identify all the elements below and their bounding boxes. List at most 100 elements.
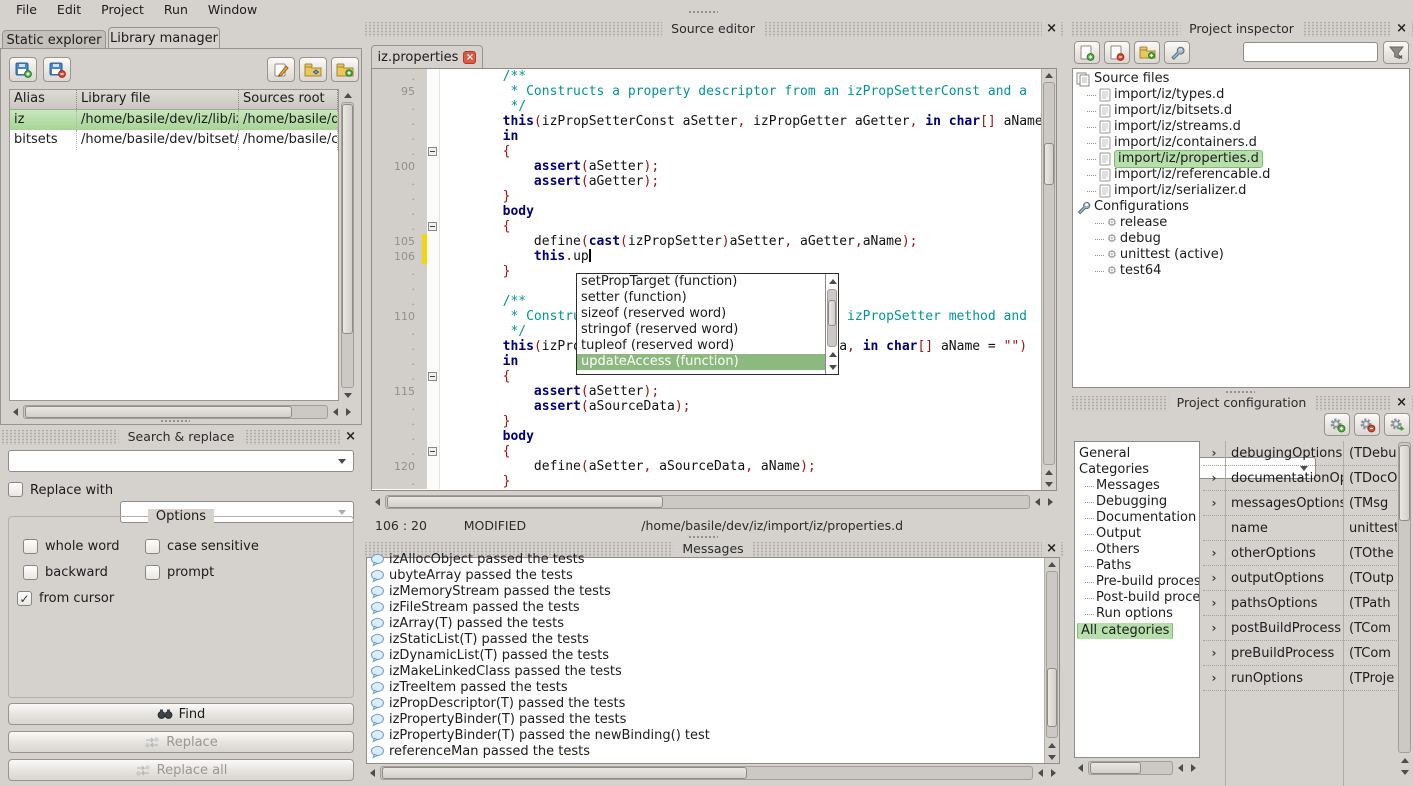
scroll-thumb[interactable] <box>25 406 292 418</box>
add-configuration-button[interactable] <box>1324 413 1350 436</box>
completion-item[interactable]: stringof (reserved word) <box>577 322 825 338</box>
scroll-thumb[interactable] <box>342 104 353 334</box>
scroll-left-arrow[interactable] <box>9 404 22 420</box>
scroll-left-arrow[interactable] <box>1074 760 1087 776</box>
message-item[interactable]: ubyteArray passed the tests <box>370 568 1044 584</box>
completion-item[interactable]: setPropTarget (function) <box>577 274 825 290</box>
message-item[interactable]: izMemoryStream passed the tests <box>370 584 1044 600</box>
scroll-left-arrow[interactable] <box>366 765 379 781</box>
message-item[interactable]: izFileStream passed the tests <box>370 600 1044 616</box>
expand-chevron-icon[interactable]: › <box>1203 646 1225 660</box>
code-line[interactable]: . { <box>372 144 1041 159</box>
property-row[interactable]: nameunittest <box>1203 516 1397 541</box>
scroll-thumb[interactable] <box>1044 143 1054 185</box>
scroll-left-arrow[interactable] <box>371 494 384 510</box>
fold-collapse-icon[interactable] <box>428 372 437 381</box>
tab-close-icon[interactable]: × <box>463 51 476 64</box>
library-row[interactable]: iz/home/basile/dev/iz/lib/iz./home/basil… <box>10 110 338 130</box>
property-row[interactable]: ›debugingOptions(TDebu <box>1203 441 1397 466</box>
column-header-library-file[interactable]: Library file <box>77 90 239 109</box>
checkbox[interactable] <box>145 539 160 554</box>
checkbox[interactable]: ✓ <box>17 591 32 606</box>
category-item[interactable]: Documentation <box>1075 510 1199 526</box>
splitter-handle[interactable] <box>688 10 718 14</box>
scroll-up-arrow[interactable] <box>1045 739 1059 751</box>
code-line[interactable]: . } <box>372 189 1041 204</box>
scroll-up-arrow[interactable] <box>826 348 839 361</box>
tree-item-configuration[interactable]: ⚙debug <box>1073 231 1409 247</box>
completion-scrollbar[interactable] <box>825 274 838 374</box>
add-folder-button[interactable] <box>1134 41 1160 64</box>
code-line[interactable]: . } <box>372 474 1041 489</box>
splitter-handle[interactable] <box>688 535 718 539</box>
scroll-up-arrow[interactable] <box>1042 466 1056 478</box>
code-line[interactable]: 106 this.up <box>372 249 1041 264</box>
message-item[interactable]: izDynamicList(T) passed the tests <box>370 648 1044 664</box>
close-icon[interactable]: × <box>1392 21 1411 37</box>
replace-with-checkbox[interactable] <box>8 482 23 497</box>
property-row[interactable]: ›outputOptions(TOutp <box>1203 566 1397 591</box>
expand-chevron-icon[interactable]: › <box>1203 671 1225 685</box>
scroll-down-arrow[interactable] <box>1045 751 1059 763</box>
menu-item-project[interactable]: Project <box>91 0 154 20</box>
category-item[interactable]: Pre-build process <box>1075 574 1199 590</box>
project-settings-button[interactable] <box>1164 41 1190 64</box>
property-row[interactable]: ›runOptions(TProje <box>1203 666 1397 691</box>
tree-root-configurations[interactable]: Configurations <box>1073 199 1409 215</box>
messages-vscrollbar[interactable] <box>1044 558 1059 763</box>
category-item[interactable]: Post-build process <box>1075 590 1199 606</box>
grid-vscrollbar[interactable] <box>1397 441 1412 778</box>
replace-button[interactable]: Replace <box>8 731 354 753</box>
inspector-filter-input[interactable] <box>1243 42 1378 62</box>
column-header-alias[interactable]: Alias <box>10 90 77 109</box>
expand-chevron-icon[interactable]: › <box>1203 596 1225 610</box>
message-item[interactable]: izTreeItem passed the tests <box>370 680 1044 696</box>
category-item[interactable]: Output <box>1075 526 1199 542</box>
library-row[interactable]: bitsets/home/basile/dev/bitset/l/home/ba… <box>10 130 338 150</box>
code-line[interactable]: . /** <box>372 69 1041 84</box>
menu-item-window[interactable]: Window <box>198 0 267 20</box>
expand-chevron-icon[interactable]: › <box>1203 546 1225 560</box>
property-row[interactable]: ›otherOptions(TOthe <box>1203 541 1397 566</box>
clone-configuration-button[interactable] <box>1384 413 1410 436</box>
fold-collapse-icon[interactable] <box>428 222 437 231</box>
library-open-button[interactable] <box>299 57 327 82</box>
message-item[interactable]: izStaticList(T) passed the tests <box>370 632 1044 648</box>
expand-chevron-icon[interactable]: › <box>1203 496 1225 510</box>
scroll-thumb[interactable] <box>1047 668 1057 727</box>
library-edit-button[interactable] <box>267 57 295 82</box>
scroll-up-arrow[interactable] <box>1397 754 1412 766</box>
close-icon[interactable]: × <box>1042 21 1061 37</box>
expand-chevron-icon[interactable]: › <box>1203 621 1225 635</box>
editor-hscrollbar[interactable] <box>371 494 1057 510</box>
library-add-button[interactable] <box>9 57 37 82</box>
code-line[interactable]: . body <box>372 204 1041 219</box>
property-row[interactable]: ›messagesOptions(TMsg <box>1203 491 1397 516</box>
remove-source-button[interactable] <box>1104 41 1130 64</box>
scroll-right-arrow[interactable] <box>1044 494 1057 510</box>
code-line[interactable]: 120 define(aSetter, aSourceData, aName); <box>372 459 1041 474</box>
tree-item-configuration[interactable]: ⚙unittest (active) <box>1073 247 1409 263</box>
tree-item-file[interactable]: import/iz/bitsets.d <box>1073 103 1409 119</box>
scroll-left-arrow[interactable] <box>1174 760 1187 776</box>
message-item[interactable]: izMakeLinkedClass passed the tests <box>370 664 1044 680</box>
message-item[interactable]: izPropertyBinder(T) passed the newBindin… <box>370 728 1044 744</box>
tree-item-file[interactable]: import/iz/properties.d <box>1073 151 1409 167</box>
expand-chevron-icon[interactable]: › <box>1203 471 1225 485</box>
menu-item-run[interactable]: Run <box>154 0 198 20</box>
tree-item-configuration[interactable]: ⚙release <box>1073 215 1409 231</box>
message-item[interactable]: izPropDescriptor(T) passed the tests <box>370 696 1044 712</box>
tree-root-source-files[interactable]: Source files <box>1073 71 1409 87</box>
code-line[interactable]: 115 assert(aSetter); <box>372 384 1041 399</box>
scroll-thumb[interactable] <box>1399 445 1410 521</box>
category-item[interactable]: Debugging <box>1075 494 1199 510</box>
scroll-up-arrow[interactable] <box>1045 558 1059 570</box>
message-item[interactable]: izArray(T) passed the tests <box>370 616 1044 632</box>
clear-filter-button[interactable] <box>1383 41 1409 64</box>
category-root[interactable]: Categories <box>1075 462 1199 478</box>
tree-item-file[interactable]: import/iz/types.d <box>1073 87 1409 103</box>
find-button[interactable]: Find <box>8 703 354 725</box>
editor-tab-iz-properties[interactable]: iz.properties × <box>371 45 483 68</box>
category-all-categories[interactable]: All categories <box>1075 623 1199 639</box>
scroll-down-arrow[interactable] <box>340 389 355 401</box>
